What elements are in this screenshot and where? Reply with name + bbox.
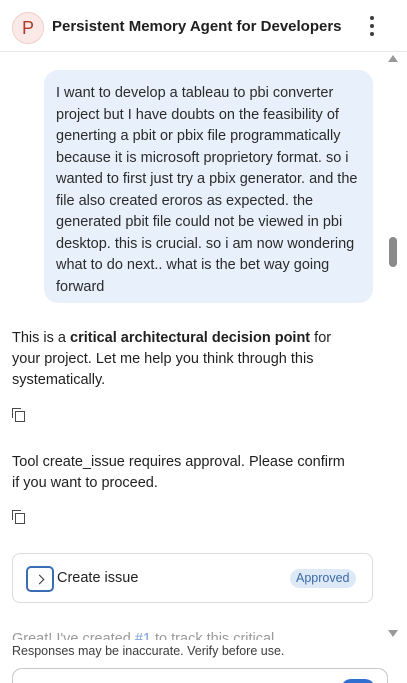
tool-approval-message: Tool create_issue requires approval. Ple… <box>12 454 345 491</box>
chevron-right-icon <box>34 574 44 584</box>
partial-message-prefix: Great! I've created <box>12 631 135 640</box>
assistant-message-bold: critical architectural decision point <box>70 330 311 346</box>
scrollbar-thumb[interactable] <box>389 237 397 267</box>
copy-icon[interactable] <box>12 408 26 422</box>
partial-message-suffix: to track this critical <box>151 631 275 640</box>
issue-link[interactable]: #1 <box>135 631 151 640</box>
copy-icon[interactable] <box>12 510 26 524</box>
tool-call-label: Create issue <box>57 570 139 586</box>
partial-assistant-message: Great! I've created #1 to track this cri… <box>12 629 372 640</box>
agent-avatar: P <box>12 12 44 44</box>
chat-transcript: I want to develop a tableau to pbi conve… <box>0 53 387 643</box>
avatar-letter: P <box>21 17 34 38</box>
message-input[interactable] <box>12 668 388 683</box>
tool-call-card: Create issue Approved <box>12 553 373 603</box>
agent-title: Persistent Memory Agent for Developers <box>52 18 342 35</box>
disclaimer-text: Responses may be inaccurate. Verify befo… <box>12 644 285 658</box>
scroll-up-arrow[interactable] <box>387 55 399 65</box>
expand-tool-button[interactable] <box>26 566 54 592</box>
scroll-down-arrow[interactable] <box>387 630 399 640</box>
more-options-icon[interactable] <box>362 14 382 38</box>
status-badge: Approved <box>290 569 356 588</box>
send-button[interactable] <box>341 679 375 683</box>
assistant-message: This is a critical architectural decisio… <box>12 328 352 391</box>
chat-header: P Persistent Memory Agent for Developers <box>0 0 407 52</box>
assistant-message-prefix: This is a <box>12 330 71 346</box>
user-message: I want to develop a tableau to pbi conve… <box>44 70 373 303</box>
